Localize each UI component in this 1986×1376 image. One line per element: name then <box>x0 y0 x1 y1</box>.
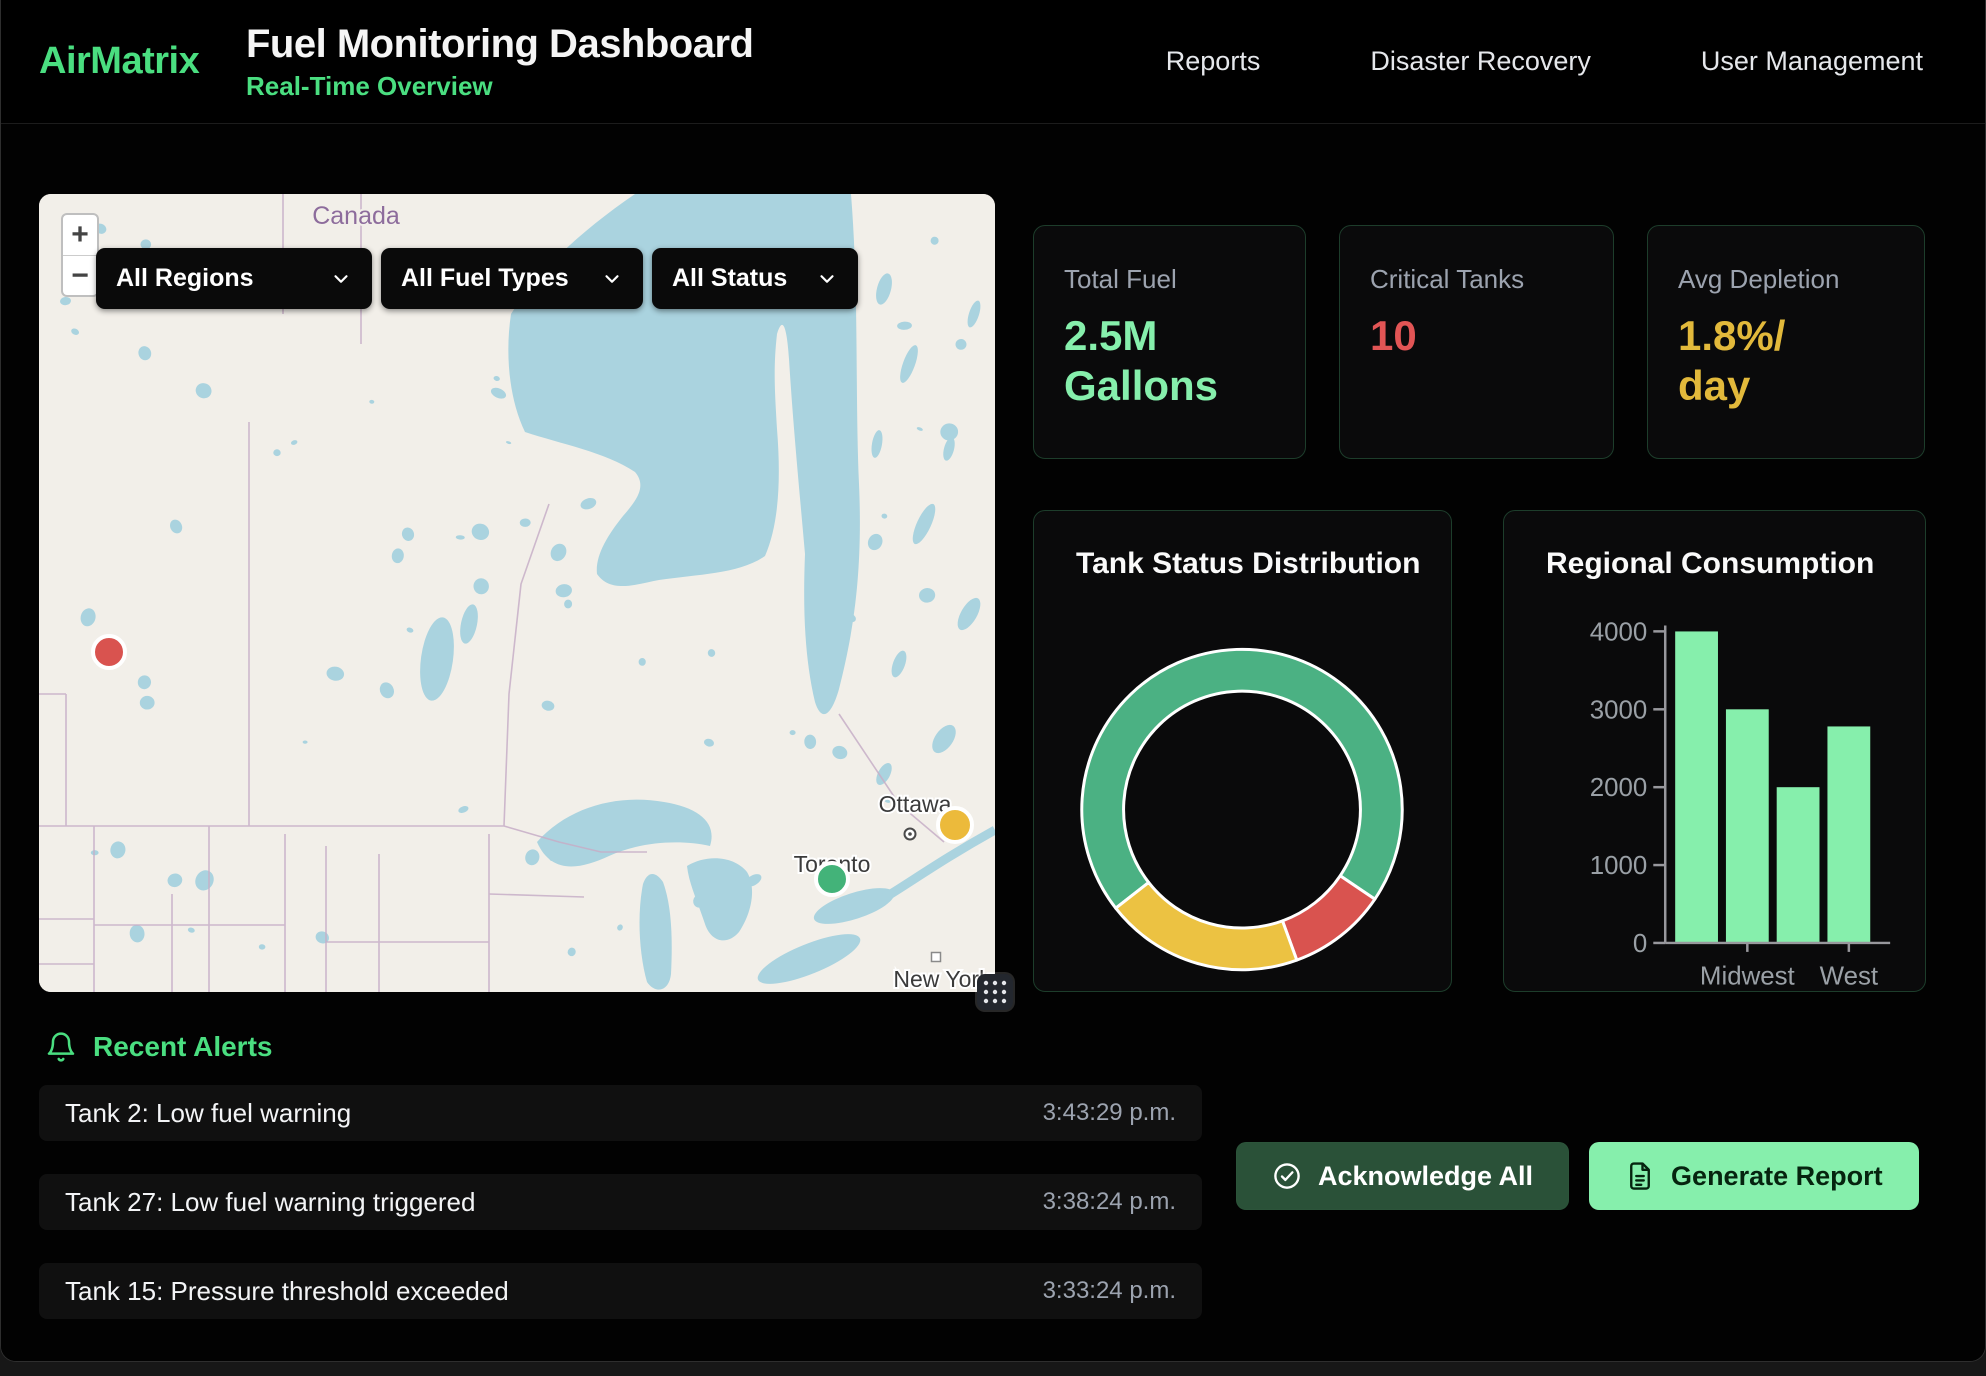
alert-message: Tank 27: Low fuel warning triggered <box>65 1187 475 1218</box>
map-label-canada: Canada <box>312 202 400 230</box>
map-filters: All Regions All Fuel Types All Status <box>96 248 858 309</box>
main-nav: Reports Disaster Recovery User Managemen… <box>1166 46 1985 77</box>
y-axis-tick-label: 0 <box>1633 930 1647 958</box>
stat-card-total-fuel: Total Fuel 2.5M Gallons <box>1033 225 1306 459</box>
bell-icon <box>45 1031 77 1063</box>
check-circle-icon <box>1272 1161 1302 1191</box>
bar-northeast <box>1675 631 1718 943</box>
tank-marker-normal[interactable] <box>816 863 848 895</box>
alert-actions: Acknowledge All Generate Report <box>1236 1142 1919 1210</box>
chevron-down-icon <box>330 268 352 290</box>
button-label: Acknowledge All <box>1318 1161 1533 1192</box>
button-label: Generate Report <box>1671 1161 1883 1192</box>
brand-logo: AirMatrix <box>1 40 246 83</box>
chart-title: Regional Consumption <box>1546 547 1874 581</box>
stat-card-critical-tanks: Critical Tanks 10 <box>1339 225 1614 459</box>
nav-item-disaster-recovery[interactable]: Disaster Recovery <box>1370 46 1591 77</box>
y-axis-tick-label: 3000 <box>1590 696 1648 724</box>
region-filter-dropdown[interactable]: All Regions <box>96 248 372 309</box>
stats-row: Total Fuel 2.5M Gallons Critical Tanks 1… <box>1033 225 1939 459</box>
status-filter-value: All Status <box>672 264 787 293</box>
alert-timestamp: 3:33:24 p.m. <box>1043 1277 1176 1305</box>
alert-list-item: Tank 15: Pressure threshold exceeded 3:3… <box>39 1263 1202 1319</box>
alerts-header: Recent Alerts <box>45 1031 272 1063</box>
generate-report-button[interactable]: Generate Report <box>1589 1142 1919 1210</box>
new-york-poi-icon <box>932 953 941 962</box>
acknowledge-all-button[interactable]: Acknowledge All <box>1236 1142 1569 1210</box>
y-axis-tick-label: 1000 <box>1590 852 1648 880</box>
y-axis-tick-label: 4000 <box>1590 618 1648 646</box>
alert-timestamp: 3:38:24 p.m. <box>1043 1188 1176 1216</box>
y-axis-tick-label: 2000 <box>1590 774 1648 802</box>
zoom-in-button[interactable]: + <box>63 215 97 255</box>
dashboard-app: AirMatrix Fuel Monitoring Dashboard Real… <box>0 0 1986 1362</box>
stat-label: Avg Depletion <box>1678 264 1894 295</box>
title-block: Fuel Monitoring Dashboard Real-Time Over… <box>246 22 753 102</box>
alert-timestamp: 3:43:29 p.m. <box>1043 1099 1176 1127</box>
stat-value: 2.5M Gallons <box>1064 311 1275 410</box>
donut-segment-warning <box>1116 882 1297 969</box>
right-column: Total Fuel 2.5M Gallons Critical Tanks 1… <box>1033 225 1939 992</box>
tank-status-donut-chart <box>1034 511 1451 991</box>
stat-value: 10 <box>1370 311 1583 361</box>
regional-consumption-chart-card: 0 1000 2000 3000 4000 Midwest West Regional Co… <box>1503 510 1926 992</box>
zoom-out-button[interactable]: − <box>63 255 97 295</box>
nav-item-reports[interactable]: Reports <box>1166 46 1261 77</box>
alert-list-item: Tank 27: Low fuel warning triggered 3:38… <box>39 1174 1202 1230</box>
fuel-type-filter-dropdown[interactable]: All Fuel Types <box>381 248 643 309</box>
donut-segment-critical <box>1282 876 1374 960</box>
tank-marker-critical[interactable] <box>93 636 125 668</box>
nav-item-user-management[interactable]: User Management <box>1701 46 1923 77</box>
alerts-list: Tank 2: Low fuel warning 3:43:29 p.m. Ta… <box>39 1085 1202 1319</box>
charts-row: Tank Status Distribution 0 1000 2000 3000 40… <box>1033 510 1939 992</box>
tank-status-chart-card: Tank Status Distribution <box>1033 510 1452 992</box>
donut-segment-normal <box>1082 649 1402 908</box>
map-zoom-control: + − <box>61 213 99 297</box>
bar-midwest <box>1726 709 1769 943</box>
bar-south <box>1777 787 1820 943</box>
tank-marker-warning[interactable] <box>938 808 972 842</box>
map-panel: CanadaOttawaTorontoNew York + − All Regi… <box>39 194 995 992</box>
map-svg[interactable]: CanadaOttawaTorontoNew York <box>39 194 995 992</box>
regional-consumption-bar-chart: 0 1000 2000 3000 4000 Midwest West <box>1504 511 1925 991</box>
app-header: AirMatrix Fuel Monitoring Dashboard Real… <box>1 0 1985 124</box>
x-axis-tick-label: West <box>1820 963 1878 991</box>
x-axis-tick-label: Midwest <box>1700 963 1795 991</box>
region-filter-value: All Regions <box>116 264 254 293</box>
page-subtitle: Real-Time Overview <box>246 71 753 102</box>
alert-list-item: Tank 2: Low fuel warning 3:43:29 p.m. <box>39 1085 1202 1141</box>
alert-message: Tank 15: Pressure threshold exceeded <box>65 1276 509 1307</box>
stat-label: Critical Tanks <box>1370 264 1583 295</box>
bar-west <box>1827 726 1870 942</box>
stat-card-avg-depletion: Avg Depletion 1.8%/ day <box>1647 225 1925 459</box>
drag-handle-icon[interactable] <box>977 974 1013 1010</box>
fuel-type-filter-value: All Fuel Types <box>401 264 569 293</box>
document-icon <box>1625 1161 1655 1191</box>
map-canvas[interactable]: CanadaOttawaTorontoNew York <box>39 194 995 992</box>
alert-message: Tank 2: Low fuel warning <box>65 1098 351 1129</box>
chevron-down-icon <box>816 268 838 290</box>
stat-value: 1.8%/ day <box>1678 311 1894 410</box>
stat-label: Total Fuel <box>1064 264 1275 295</box>
status-filter-dropdown[interactable]: All Status <box>652 248 858 309</box>
main-content: CanadaOttawaTorontoNew York + − All Regi… <box>1 124 1985 1362</box>
alerts-title: Recent Alerts <box>93 1031 272 1063</box>
chart-title: Tank Status Distribution <box>1076 547 1420 581</box>
page-title: Fuel Monitoring Dashboard <box>246 22 753 67</box>
chevron-down-icon <box>601 268 623 290</box>
